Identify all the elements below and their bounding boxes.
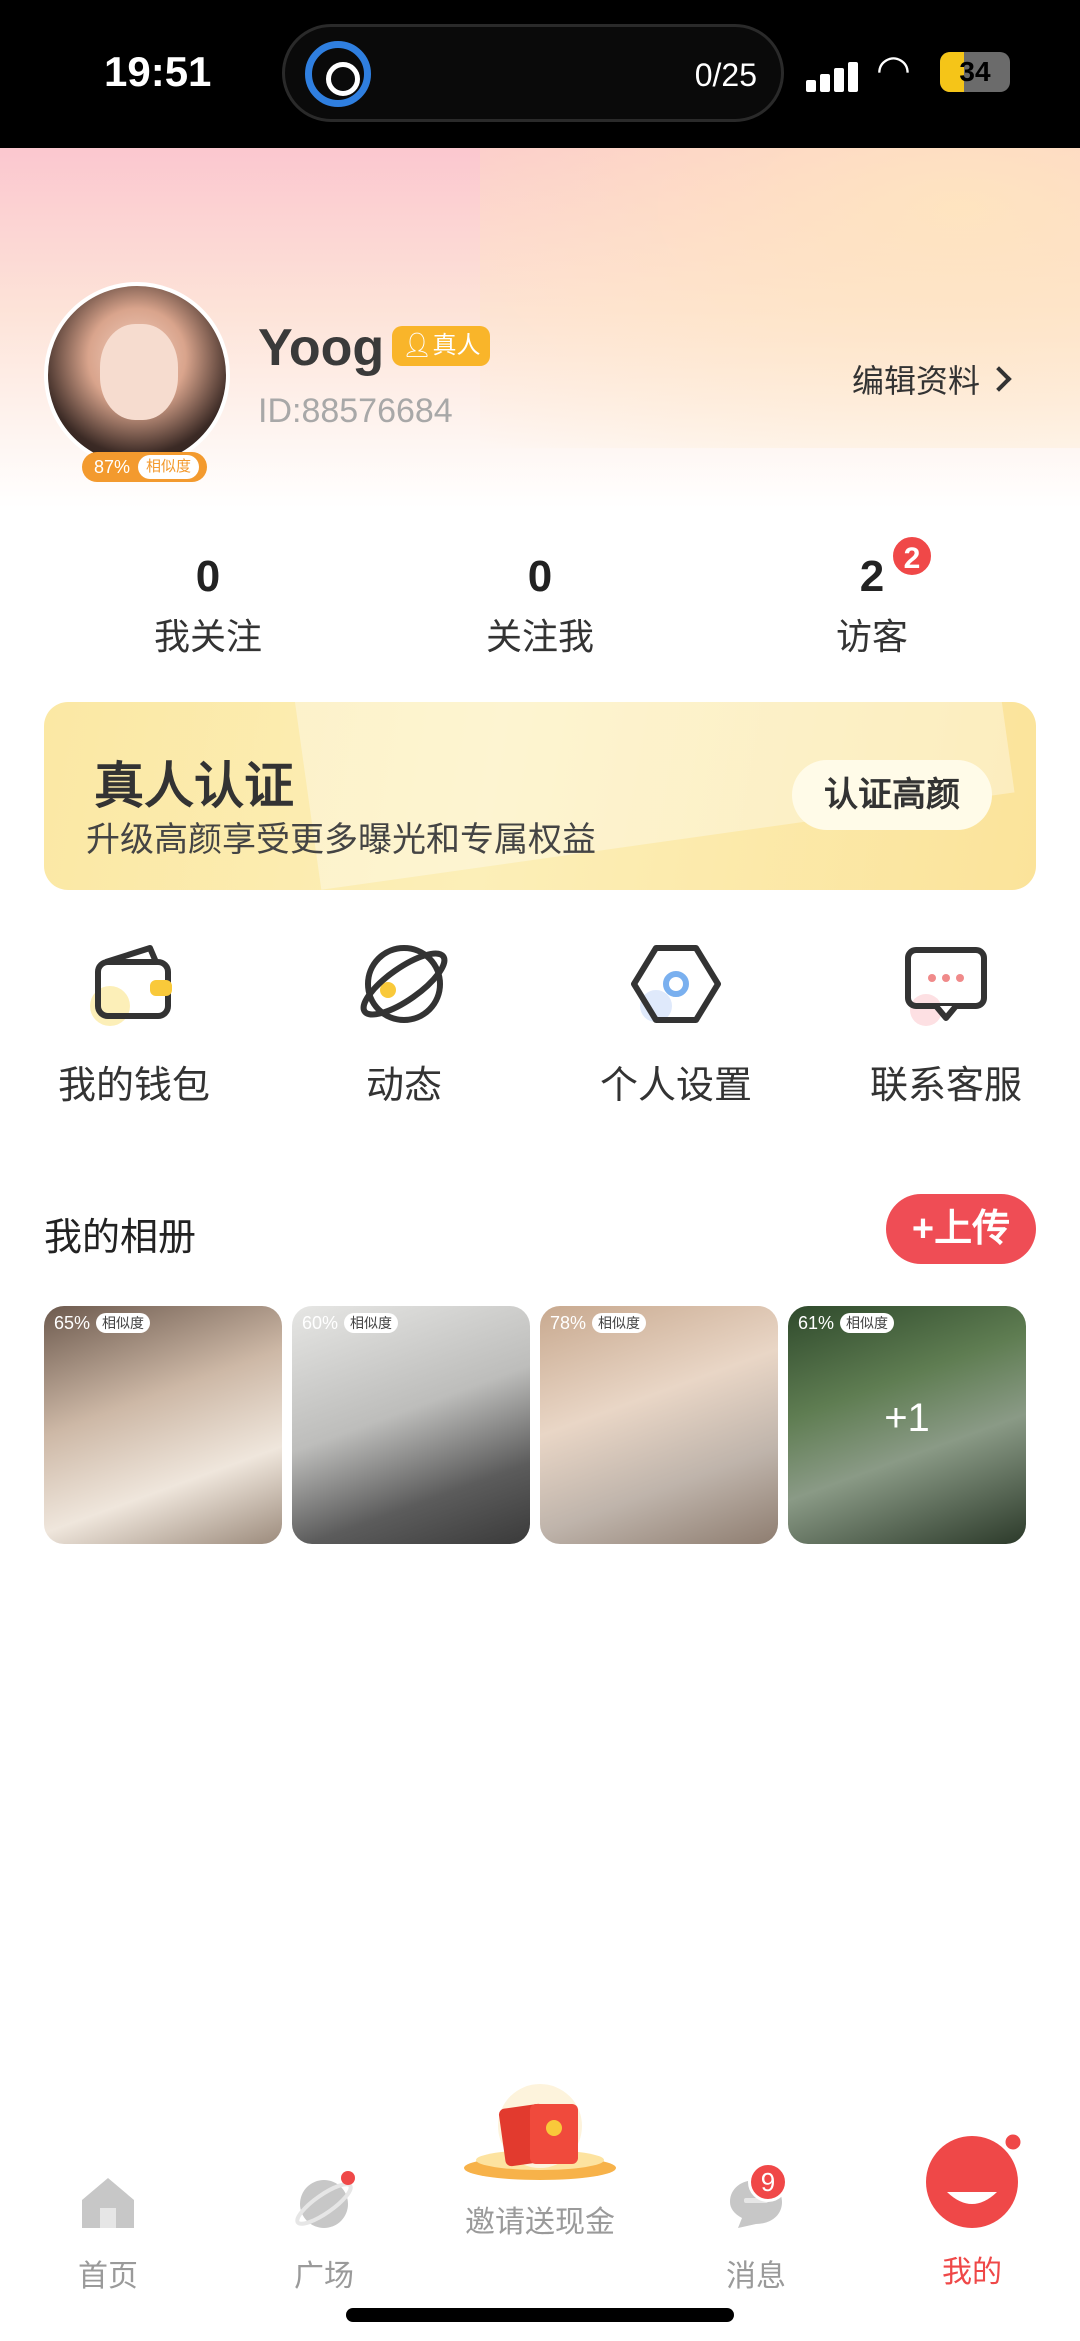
battery-icon: 34 [940, 52, 1010, 92]
upload-counter: 0/25 [694, 57, 757, 93]
home-icon [82, 2178, 134, 2228]
chevron-right-icon [986, 366, 1012, 392]
wifi-icon: ◠ [876, 48, 911, 92]
stat-followers-value: 0 [527, 552, 553, 601]
tab-square-label: 广场 [294, 2260, 354, 2293]
upload-button[interactable]: +上传 [886, 1194, 1036, 1264]
chat-bubble-icon [896, 934, 996, 1034]
album-photo[interactable]: 65% 相似度 [44, 1306, 282, 1544]
stat-visitors[interactable]: 2 访客 [762, 552, 982, 660]
username: Yoog [258, 319, 385, 377]
similarity-badge: 87% 相似度 [82, 452, 208, 482]
more-photos-count: +1 [884, 1396, 930, 1440]
album-photo[interactable]: 78% 相似度 [540, 1306, 778, 1544]
tab-invite[interactable]: 邀请送现金 [460, 2080, 620, 2241]
status-time: 19:51 [104, 48, 212, 95]
sync-app-icon [305, 41, 371, 107]
tab-messages-label: 消息 [726, 2260, 786, 2293]
real-person-badge: 👤︎真人 [392, 326, 491, 366]
profile-page: 19:51 0/25 ◠ 34 87% 相似度 Yoog 👤︎真人 ID:885… [0, 0, 1080, 2341]
dynamic-island[interactable]: 0/25 [282, 24, 784, 122]
status-bar: 19:51 0/25 ◠ 34 [0, 0, 1080, 148]
action-wallet-label: 我的钱包 [57, 1065, 210, 1107]
similarity-percent: 87% [94, 457, 131, 477]
photo-similarity: 65% 相似度 [50, 1310, 154, 1336]
stat-following-value: 0 [195, 552, 221, 601]
home-indicator[interactable] [346, 2308, 734, 2322]
tab-mine[interactable]: 我的 [892, 2131, 1052, 2291]
person-icon: 👤︎ [402, 332, 433, 359]
battery-percent: 34 [959, 56, 991, 87]
album-title: 我的相册 [44, 1217, 197, 1259]
action-settings-label: 个人设置 [599, 1065, 752, 1107]
album-photo[interactable]: 61% 相似度 +1 [788, 1306, 1026, 1544]
photo-similarity: 60% 相似度 [298, 1310, 402, 1336]
album-photo[interactable]: 60% 相似度 [292, 1306, 530, 1544]
avatar[interactable] [44, 282, 230, 468]
planet-icon [354, 934, 454, 1034]
settings-hexagon-icon [626, 934, 726, 1034]
action-settings[interactable]: 个人设置 [556, 934, 796, 1109]
wallet-icon [84, 934, 184, 1034]
photo-similarity: 61% 相似度 [794, 1310, 898, 1336]
stat-following[interactable]: 0 我关注 [98, 552, 318, 660]
edit-profile-button[interactable]: 编辑资料 [852, 356, 1012, 402]
similarity-label: 相似度 [138, 455, 200, 479]
stat-visitors-label: 访客 [835, 616, 908, 657]
action-moments-label: 动态 [365, 1065, 442, 1107]
visitor-badge: 2 [890, 534, 934, 578]
avatar-face [100, 324, 178, 420]
real-person-verify-banner[interactable]: 真人认证 升级高颜享受更多曝光和专属权益 认证高颜 [44, 702, 1036, 890]
photo-similarity: 78% 相似度 [546, 1310, 650, 1336]
stat-visitors-value: 2 [859, 552, 885, 601]
tab-home-label: 首页 [78, 2260, 138, 2293]
tab-mine-label: 我的 [942, 2256, 1002, 2289]
tab-invite-label: 邀请送现金 [465, 2206, 615, 2239]
action-customer-service-label: 联系客服 [869, 1065, 1022, 1107]
red-envelope-icon [464, 2084, 616, 2180]
planet-icon [295, 2171, 355, 2228]
stat-followers-label: 关注我 [485, 616, 594, 657]
action-customer-service[interactable]: 联系客服 [826, 934, 1066, 1109]
real-person-label: 真人 [432, 332, 481, 359]
messages-badge: 9 [748, 2162, 788, 2202]
tab-square[interactable]: 广场 [244, 2170, 404, 2295]
stat-followers[interactable]: 0 关注我 [430, 552, 650, 660]
action-moments[interactable]: 动态 [284, 934, 524, 1109]
edit-profile-label: 编辑资料 [852, 363, 981, 399]
verify-subtitle: 升级高颜享受更多曝光和专属权益 [86, 821, 596, 859]
user-id: ID:88576684 [258, 392, 453, 430]
verify-button[interactable]: 认证高颜 [792, 760, 992, 830]
smile-face-icon [926, 2131, 1024, 2228]
action-wallet[interactable]: 我的钱包 [14, 934, 254, 1109]
cellular-signal-icon [806, 58, 862, 92]
tab-home[interactable]: 首页 [28, 2170, 188, 2295]
verify-title: 真人认证 [94, 758, 294, 814]
stat-following-label: 我关注 [153, 616, 262, 657]
